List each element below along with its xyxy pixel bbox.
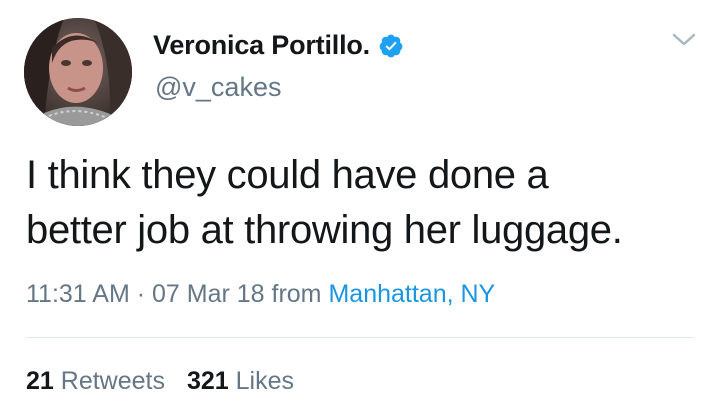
chevron-down-icon[interactable] bbox=[670, 30, 698, 50]
tweet-text: I think they could have done a better jo… bbox=[26, 148, 706, 258]
verified-badge-icon bbox=[378, 33, 404, 59]
user-handle[interactable]: @v_cakes bbox=[155, 72, 281, 103]
retweets-stat[interactable]: 21 Retweets bbox=[26, 367, 165, 396]
meta-separator: · bbox=[129, 280, 152, 308]
tweet-stats: 21 Retweets 321 Likes bbox=[26, 367, 294, 396]
retweets-label: Retweets bbox=[60, 367, 165, 395]
likes-count: 321 bbox=[186, 367, 229, 395]
avatar[interactable] bbox=[24, 18, 132, 126]
likes-label: Likes bbox=[235, 367, 295, 395]
tweet-card: Veronica Portillo. @v_cakes I think they… bbox=[0, 0, 720, 419]
profile-photo-icon bbox=[24, 18, 132, 126]
tweet-text-line-2: better job at throwing her luggage. bbox=[26, 208, 623, 252]
tweet-date[interactable]: 07 Mar 18 bbox=[152, 280, 265, 308]
display-name-row: Veronica Portillo. bbox=[153, 30, 404, 61]
from-label: from bbox=[264, 280, 329, 308]
location-link[interactable]: Manhattan, NY bbox=[328, 280, 495, 308]
tweet-time[interactable]: 11:31 AM bbox=[26, 280, 130, 308]
retweets-count: 21 bbox=[26, 367, 54, 395]
tweet-text-line-1: I think they could have done a bbox=[26, 153, 549, 197]
divider bbox=[26, 337, 694, 338]
tweet-meta: 11:31 AM · 07 Mar 18 from Manhattan, NY bbox=[26, 280, 495, 309]
display-name[interactable]: Veronica Portillo. bbox=[153, 30, 370, 61]
likes-stat[interactable]: 321 Likes bbox=[187, 367, 294, 396]
